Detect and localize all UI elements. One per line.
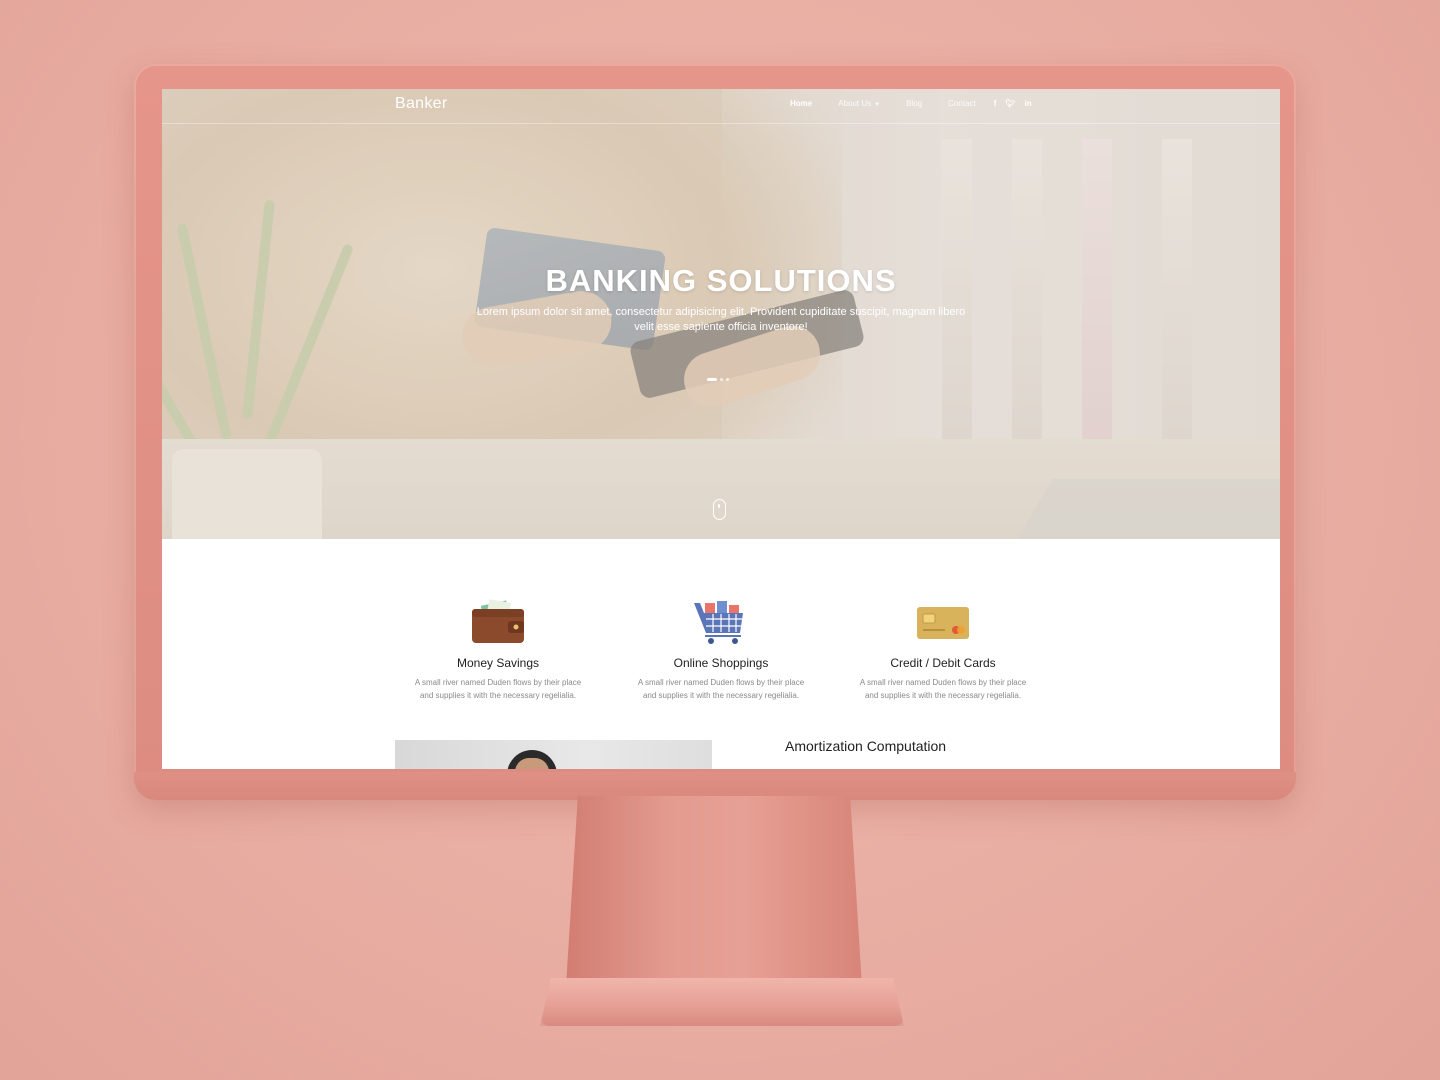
nav-item-about-us[interactable]: About Us ▼ — [838, 99, 880, 108]
wallet-icon — [472, 599, 524, 643]
nav-item-home[interactable]: Home — [790, 99, 812, 108]
monitor-chin — [134, 772, 1296, 800]
top-navbar: Banker Home About Us ▼ Blog Contact f 🐦︎ … — [162, 89, 1280, 124]
monitor-stand-neck — [566, 796, 862, 986]
amortization-title: Amortization Computation — [785, 738, 947, 754]
slider-dot-2[interactable] — [720, 378, 723, 381]
slider-dots — [707, 378, 732, 381]
monitor-stand-base — [540, 978, 904, 1026]
twitter-icon[interactable]: 🐦︎ — [1005, 99, 1015, 108]
social-links: f 🐦︎ in — [994, 99, 1041, 108]
monitor-screen: Banker Home About Us ▼ Blog Contact f 🐦︎ … — [162, 89, 1280, 769]
feature-title: Money Savings — [456, 656, 540, 670]
feature-online-shoppings: Online Shoppings A small river named Dud… — [621, 599, 821, 702]
feature-credit-debit-cards: Credit / Debit Cards A small river named… — [843, 599, 1043, 702]
features-section: Money Savings A small river named Duden … — [162, 539, 1280, 769]
advisor-photo — [395, 740, 712, 769]
feature-text: A small river named Duden flows by their… — [859, 678, 1027, 700]
nav-item-contact[interactable]: Contact — [948, 99, 976, 108]
hero-title: BANKING SOLUTIONS — [545, 263, 897, 298]
feature-title: Credit / Debit Cards — [890, 656, 996, 670]
feature-text: A small river named Duden flows by their… — [637, 678, 805, 700]
hero-subtitle: Lorem ipsum dolor sit amet, consectetur … — [476, 306, 966, 333]
chevron-down-icon: ▼ — [874, 102, 881, 108]
feature-title: Online Shoppings — [673, 656, 769, 670]
shopping-cart-icon — [694, 601, 743, 644]
slider-dot-3[interactable] — [726, 378, 729, 381]
facebook-icon[interactable]: f — [994, 99, 997, 108]
feature-money-savings: Money Savings A small river named Duden … — [398, 599, 598, 702]
linkedin-icon[interactable]: in — [1025, 99, 1032, 108]
brand-logo[interactable]: Banker — [395, 95, 448, 113]
feature-text: A small river named Duden flows by their… — [414, 678, 582, 700]
slider-dot-1[interactable] — [707, 378, 717, 381]
nav-item-blog[interactable]: Blog — [906, 99, 922, 108]
credit-card-icon — [917, 607, 969, 639]
nav-menu: Home About Us ▼ Blog Contact f 🐦︎ in — [790, 99, 1041, 108]
hero-section: Banker Home About Us ▼ Blog Contact f 🐦︎ … — [162, 89, 1280, 539]
scroll-mouse-icon[interactable] — [713, 499, 726, 520]
